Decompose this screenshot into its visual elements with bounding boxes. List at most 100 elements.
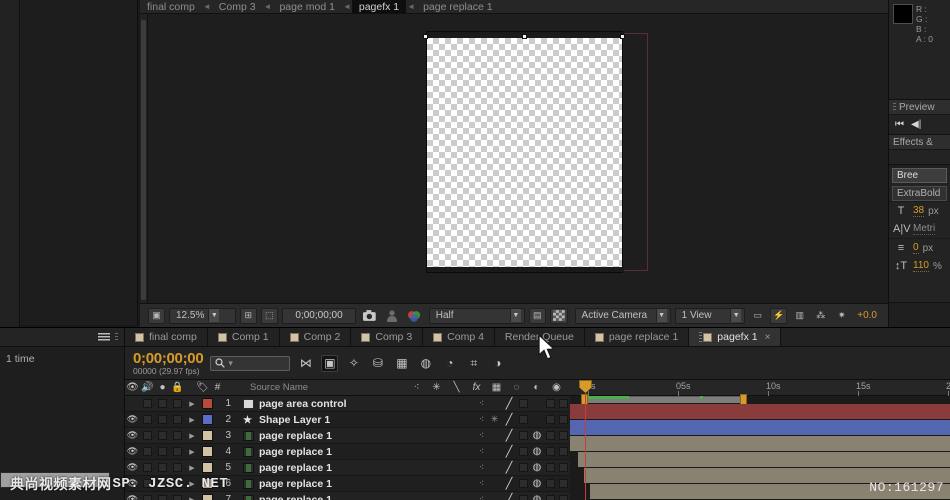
layer-shy-switch[interactable]: ⁖ [475,476,488,492]
layer-lock-toggle[interactable] [170,412,185,428]
resolution-select[interactable]: Half ▼ [428,307,525,324]
quality-icon[interactable]: ╲ [449,382,464,393]
layer-3d-switch[interactable] [557,428,570,444]
layer-collapse-switch[interactable] [488,444,501,460]
leading-value[interactable]: 110 [913,260,929,272]
scrollbar-thumb[interactable] [141,20,146,300]
layer-collapse-switch[interactable] [488,492,501,500]
guides-icon[interactable]: ▭ [749,308,766,324]
layer-expand-arrow[interactable]: ▶ [185,444,199,460]
fx-icon[interactable]: fx [469,382,484,393]
layer-collapse-switch[interactable] [488,396,501,412]
layer-expand-arrow[interactable]: ▶ [185,412,199,428]
layer-visibility-toggle[interactable] [125,396,140,412]
chevron-down-icon[interactable]: ▼ [655,309,667,322]
first-frame-icon[interactable]: ⏮ [895,119,904,130]
layer-frame-blend-switch[interactable]: ◍ [530,476,544,492]
project-panel-area[interactable] [0,0,138,325]
layer-quality-switch[interactable]: ╱ [501,396,517,412]
left-subpanel-header[interactable] [0,328,124,347]
layer-quality-switch[interactable]: ╱ [501,444,517,460]
layer-duration-bar[interactable] [570,404,950,419]
onion-skin-icon[interactable]: ◑ [489,355,506,372]
selection-handle-tr[interactable] [620,34,625,39]
person-icon[interactable] [383,308,400,324]
layer-collapse-switch[interactable] [488,460,501,476]
layer-motion-blur-switch[interactable] [544,460,557,476]
auto-keyframe-icon[interactable]: ⌗ [465,355,482,372]
tab-page-replace-1[interactable]: page replace 1 [585,328,690,346]
collapse-icon[interactable]: ✳ [429,382,444,393]
layer-visibility-toggle[interactable]: 👁 [125,412,140,428]
layer-shy-switch[interactable]: ⁖ [475,444,488,460]
layer-expand-arrow[interactable]: ▶ [185,428,199,444]
layer-motion-blur-switch[interactable] [544,428,557,444]
layer-solo-toggle[interactable] [155,428,170,444]
layer-source-name[interactable]: ★ Shape Layer 1 [235,412,475,428]
layer-visibility-toggle[interactable]: 👁 [125,428,140,444]
timeline-icon[interactable]: ▥ [791,308,808,324]
time-ruler[interactable]: 0s05s10s15s20s [570,380,950,396]
layer-source-name[interactable]: page replace 1 [235,444,475,460]
exposure-value[interactable]: +0.0 [854,310,880,321]
view-layout-select[interactable]: 1 View ▼ [674,307,746,324]
layer-shy-switch[interactable]: ⁖ [475,460,488,476]
search-input[interactable]: ▾ [210,355,291,371]
timeline-tab-bar[interactable]: final comp Comp 1 Comp 2 Comp 3 Comp 4 R… [125,328,950,347]
layer-fx-switch[interactable] [517,460,530,476]
tracking-row[interactable]: ≡ 0 px [889,238,950,257]
layer-duration-bar[interactable] [570,420,950,435]
layer-duration-bar[interactable] [570,436,950,451]
layer-source-name[interactable]: page replace 1 [235,460,475,476]
layer-fx-switch[interactable] [517,412,530,428]
layer-source-name[interactable]: page replace 1 [235,476,475,492]
three-d-icon[interactable]: ◉ [549,382,564,393]
speaker-icon[interactable]: 🔊 [140,382,155,393]
rgb-channels-icon[interactable] [404,308,425,324]
layer-source-name[interactable]: page replace 1 [235,428,475,444]
brainstorm-icon[interactable]: ◔ [441,355,458,372]
panel-grip-icon[interactable] [893,102,896,112]
layer-shy-switch[interactable]: ⁖ [475,396,488,412]
tab-final-comp[interactable]: final comp [125,328,208,346]
shy-icon[interactable]: ⁖ [409,382,424,393]
font-size-value[interactable]: 38 [913,205,925,217]
font-style-field[interactable]: ExtraBold [892,186,947,201]
layer-fx-switch[interactable] [517,476,530,492]
layer-audio-toggle[interactable] [140,412,155,428]
layer-audio-toggle[interactable] [140,428,155,444]
leading-row[interactable]: ↕T 110 % [889,257,950,275]
layer-label-color[interactable] [199,412,215,428]
layer-shy-switch[interactable]: ⁖ [475,492,488,500]
layer-3d-switch[interactable] [557,412,570,428]
graph-editor-icon[interactable]: ◍ [417,355,434,372]
font-size-row[interactable]: T 38 px [889,201,950,220]
zoom-level-select[interactable]: 12.5% ▼ [169,307,236,324]
layer-lock-toggle[interactable] [170,396,185,412]
layer-motion-blur-switch[interactable] [544,412,557,428]
layer-quality-switch[interactable]: ╱ [501,460,517,476]
region-of-interest-icon[interactable]: ⊞ [239,307,257,324]
breadcrumb-item-0[interactable]: final comp [140,0,202,13]
adjustment-icon[interactable]: ◐ [529,382,544,393]
layer-fx-switch[interactable] [517,492,530,500]
current-time-display[interactable]: 0;00;00;00 00000 (29.97 fps) [133,351,204,376]
layer-label-color[interactable] [199,396,215,412]
tracking-value[interactable]: 0 [913,242,919,254]
layer-frame-blend-switch[interactable]: ◍ [530,492,544,500]
layer-3d-switch[interactable] [557,396,570,412]
layer-collapse-switch[interactable]: ✳ [488,412,501,428]
source-name-header[interactable]: Source Name [225,382,308,393]
current-time-indicator[interactable] [579,380,592,500]
layer-label-color[interactable] [199,428,215,444]
draft-3d-icon[interactable]: ▣ [321,354,339,372]
chevron-down-icon[interactable]: ▼ [509,309,521,322]
canvas-scrollbar-vertical[interactable] [140,14,148,303]
layer-shy-switch[interactable]: ⁖ [475,428,488,444]
frame-blending-icon[interactable]: ⛁ [369,355,386,372]
chevron-down-icon[interactable]: ▼ [208,309,220,322]
layer-frame-blend-switch[interactable]: ◍ [530,428,544,444]
breadcrumb-item-4[interactable]: page replace 1 [416,0,499,13]
layer-3d-switch[interactable] [557,444,570,460]
eye-icon[interactable]: 👁 [125,382,140,393]
